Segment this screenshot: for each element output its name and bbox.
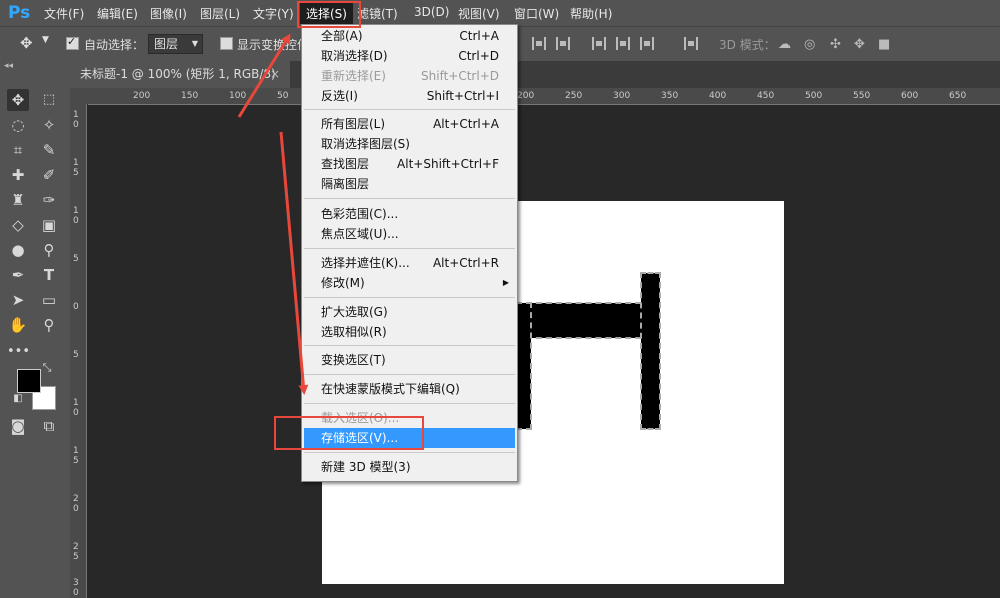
foreground-color-swatch[interactable] (17, 369, 41, 393)
annotation-arrows (237, 33, 309, 395)
arrow-to-select-menu (237, 33, 291, 118)
arrow-to-save-selection (279, 131, 309, 395)
